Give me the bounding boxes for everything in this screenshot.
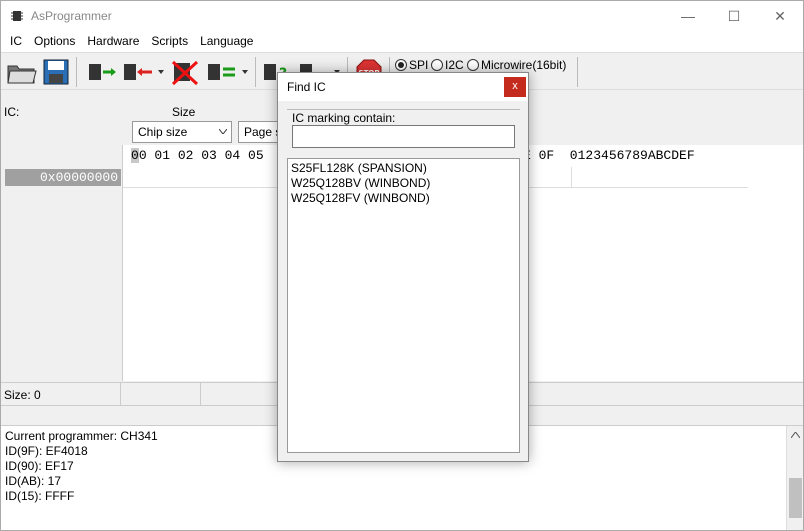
title-bar: AsProgrammer — ☐ ✕ (1, 1, 803, 31)
main-window: AsProgrammer — ☐ ✕ IC Options Hardware S… (0, 0, 804, 531)
close-button[interactable]: ✕ (757, 1, 803, 31)
scrollbar-thumb[interactable] (789, 478, 802, 518)
ic-marking-input[interactable] (292, 125, 515, 148)
chip-app-icon (11, 11, 23, 21)
chip-size-select[interactable]: Chip size (132, 121, 232, 143)
read-chip-icon[interactable] (87, 58, 119, 86)
status-cell (121, 383, 201, 405)
ascii-divider (571, 167, 572, 187)
toolbar-separator (255, 57, 256, 87)
list-item[interactable]: W25Q128BV (WINBOND) (291, 176, 516, 191)
hex-header-ascii: E 0F 0123456789ABCDEF (523, 148, 695, 163)
window-title: AsProgrammer (31, 9, 112, 23)
find-ic-dialog: Find IC x IC marking contain: S25FL128K … (277, 72, 529, 462)
radio-microwire-dot[interactable] (467, 59, 479, 71)
scroll-up-icon[interactable] (791, 432, 800, 438)
radio-i2c[interactable]: I2C (431, 58, 464, 72)
radio-microwire-label: Microwire(16bit) (481, 58, 567, 72)
status-cell (201, 383, 281, 405)
write-chip-icon[interactable] (122, 58, 166, 86)
address-cell[interactable]: 0x00000000 (5, 169, 121, 186)
list-item[interactable]: W25Q128FV (WINBOND) (291, 191, 516, 206)
hex-header-cursor: 0 (131, 148, 139, 163)
dialog-title-bar: Find IC x (278, 73, 528, 101)
dialog-title: Find IC (287, 80, 326, 94)
verify-chip-icon[interactable] (206, 58, 250, 86)
radio-spi[interactable]: SPI (395, 58, 428, 72)
address-column: 0x00000000 (1, 145, 123, 381)
open-folder-icon[interactable] (6, 58, 38, 86)
radio-i2c-dot[interactable] (431, 59, 443, 71)
menu-options[interactable]: Options (28, 31, 81, 52)
radio-i2c-label: I2C (445, 58, 464, 72)
status-size-cell: Size: 0 (1, 383, 121, 405)
toolbar-separator (76, 57, 77, 87)
minimize-button[interactable]: — (665, 1, 711, 31)
ic-results-list[interactable]: S25FL128K (SPANSION) W25Q128BV (WINBOND)… (287, 158, 520, 453)
dialog-group-divider (287, 109, 520, 110)
page-size-value: Page s (244, 125, 282, 139)
chip-size-value: Chip size (138, 125, 188, 139)
maximize-button[interactable]: ☐ (711, 1, 757, 31)
save-icon[interactable] (42, 58, 70, 86)
ic-label: IC: (4, 105, 20, 119)
menu-language[interactable]: Language (194, 31, 259, 52)
radio-spi-label: SPI (409, 58, 429, 72)
erase-chip-icon[interactable] (170, 58, 202, 86)
radio-spi-dot[interactable] (395, 59, 407, 71)
radio-microwire[interactable]: Microwire(16bit) (467, 58, 566, 72)
log-scrollbar[interactable] (786, 426, 803, 530)
list-item[interactable]: S25FL128K (SPANSION) (291, 161, 516, 176)
chevron-down-icon (219, 129, 227, 134)
dialog-close-button[interactable]: x (504, 77, 526, 97)
menu-hardware[interactable]: Hardware (81, 31, 145, 52)
log-line: ID(AB): 17 (5, 474, 62, 488)
hex-header-columns: 0 01 02 03 04 05 (138, 148, 264, 163)
toolbar-separator (577, 57, 578, 87)
menu-bar: IC Options Hardware Scripts Language (1, 31, 803, 52)
menu-ic[interactable]: IC (4, 31, 28, 52)
menu-scripts[interactable]: Scripts (145, 31, 194, 52)
status-size: Size: 0 (4, 388, 41, 402)
ic-marking-label: IC marking contain: (292, 111, 396, 125)
size-label: Size (172, 105, 196, 119)
log-line: ID(15): FFFF (5, 489, 75, 503)
